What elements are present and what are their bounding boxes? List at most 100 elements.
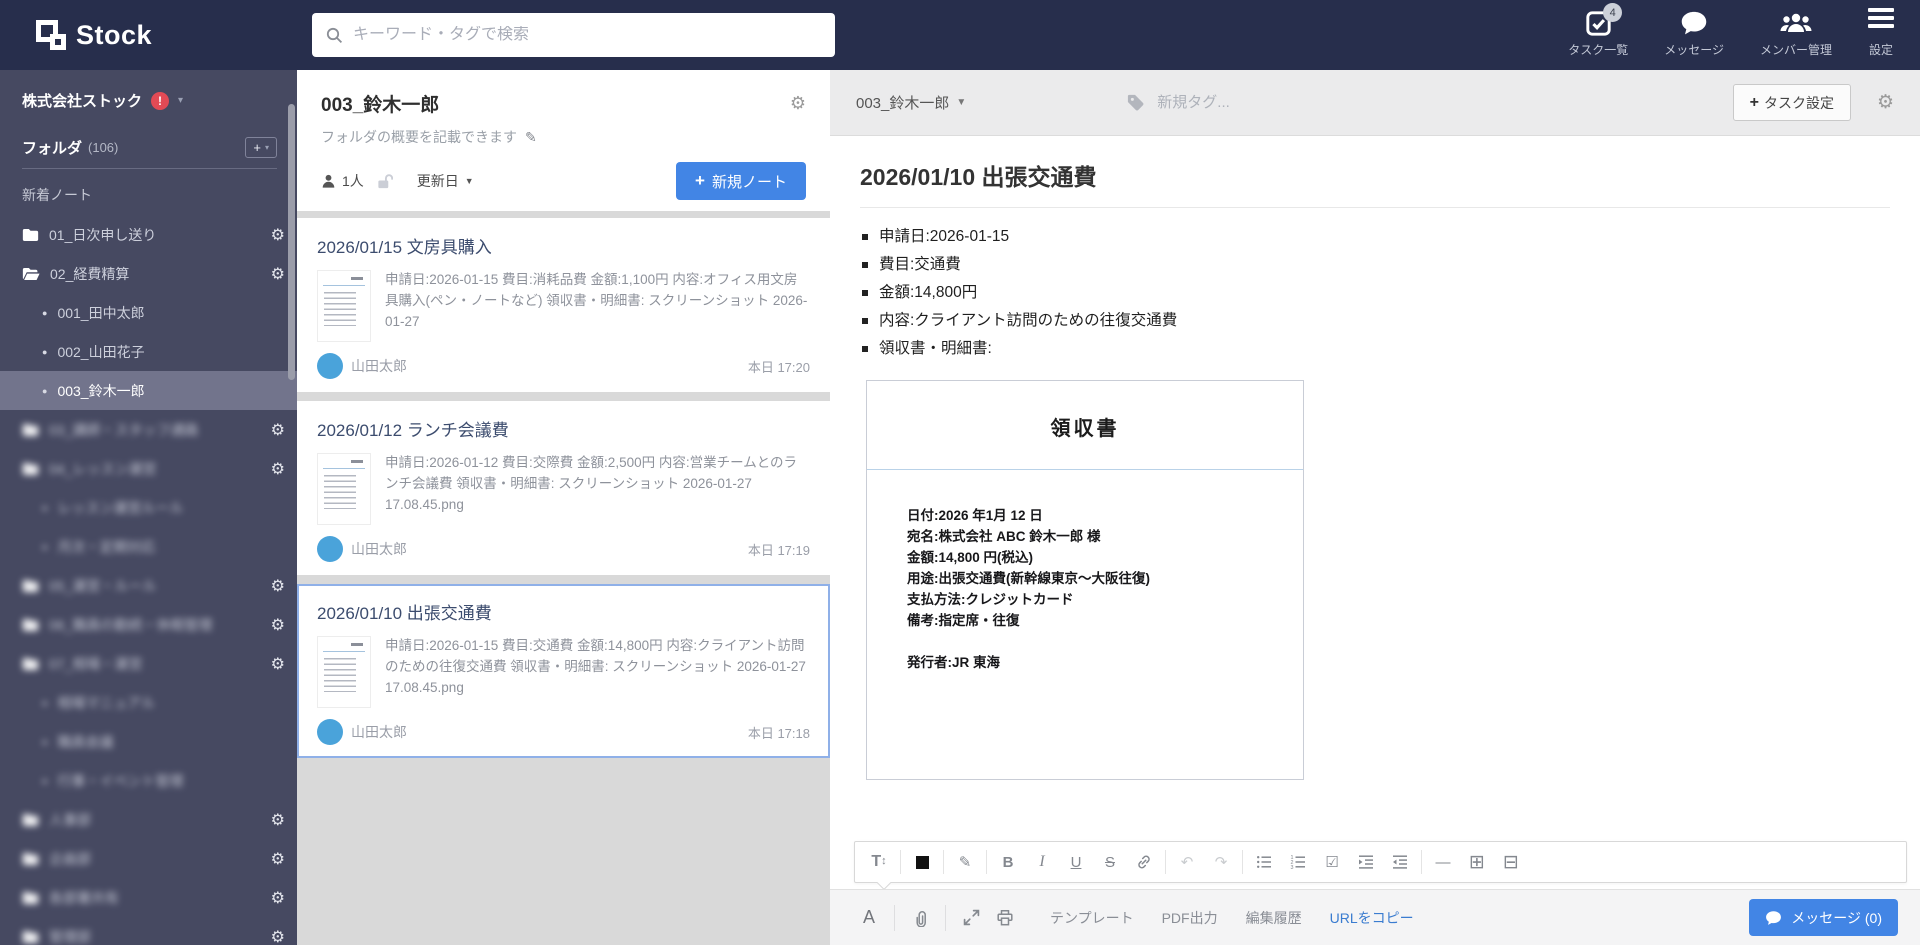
paperclip-icon[interactable] [903,901,937,935]
note-card[interactable]: 2026/01/15 文房具購入 申請日:2026-01-15 費目:消耗品費 … [297,218,830,392]
printer-icon[interactable] [988,901,1022,935]
avatar [317,353,343,379]
folder-settings-gear-icon[interactable]: ⚙ [271,927,285,945]
highlighter-icon[interactable]: ✎ [948,847,982,877]
nav-settings[interactable]: 設定 [1868,8,1894,58]
sidebar-scrollbar[interactable] [288,104,295,380]
redo-icon[interactable]: ↷ [1204,847,1238,877]
sidebar-folder-blurred[interactable]: 人事部 ⚙ [0,800,297,839]
new-note-button[interactable]: + 新規ノート [676,162,806,200]
new-tag-input[interactable] [1157,94,1328,111]
search-input[interactable] [353,26,821,44]
strikethrough-icon[interactable]: S [1093,847,1127,877]
receipt-line: 支払方法:クレジットカード [907,592,1074,607]
organization-switcher[interactable]: 株式会社ストック ! ▾ [0,70,297,111]
sidebar-folder-blurred[interactable]: 管理部 ⚙ [0,917,297,945]
note-timestamp: 本日 17:18 [747,725,810,741]
text-size-icon[interactable]: T ↕ [862,847,896,877]
note-card[interactable]: 2026/01/12 ランチ会議費 申請日:2026-01-12 費目:交際費 … [297,401,830,575]
bulleted-list-icon[interactable] [1247,847,1281,877]
folder-settings-gear-icon[interactable]: ⚙ [271,459,285,479]
divider [860,207,1890,208]
sidebar-folder-03[interactable]: 03_講師・スタッフ通路 ⚙ [0,410,297,449]
nav-members[interactable]: メンバー管理 [1760,8,1832,58]
sidebar-note-blurred[interactable]: ● 職員会議 [0,722,297,761]
nav-messages[interactable]: メッセージ [1664,8,1724,58]
sidebar-folder-02[interactable]: 02_経費精算 ⚙ [0,254,297,293]
tag-icon [1128,94,1144,111]
note-card-snippet: 申請日:2026-01-12 費目:交際費 金額:2,500円 内容:営業チーム… [385,455,798,512]
note-footer-bar: A テンプレート PDF出力 編集履歴 URLをコピー メッセージ (0) [830,889,1920,945]
sidebar-note-001[interactable]: ● 001_田中太郎 [0,293,297,332]
undo-icon[interactable]: ↶ [1170,847,1204,877]
global-search[interactable] [312,13,835,57]
expand-icon[interactable] [954,901,988,935]
receipt-attachment[interactable]: 領収書 日付:2026 年1月 12 日 宛名:株式会社 ABC 鈴木一郎 様 … [866,380,1304,780]
add-folder-button[interactable]: + ▾ [245,137,277,158]
folder-gear-icon[interactable]: ⚙ [790,93,806,114]
underline-icon[interactable]: U [1059,847,1093,877]
sidebar-folder-04[interactable]: 04_レッスン運営 ⚙ [0,449,297,488]
sidebar-note-002[interactable]: ● 002_山田花子 [0,332,297,371]
sidebar-folder-blurred[interactable]: 各部署共有 ⚙ [0,878,297,917]
folder-settings-gear-icon[interactable]: ⚙ [271,654,285,674]
app-logo[interactable]: Stock [36,20,152,51]
search-icon [326,27,343,43]
folder-settings-gear-icon[interactable]: ⚙ [271,849,285,869]
sidebar-folder-06[interactable]: 06_職員の勤続・休暇管理 ⚙ [0,605,297,644]
copy-url-button[interactable]: URLをコピー [1330,908,1414,928]
edit-history-button[interactable]: 編集履歴 [1246,908,1302,928]
sidebar-note-blurred[interactable]: ● 相場マニュアル [0,683,297,722]
sidebar-folder-01[interactable]: 01_日次申し送り ⚙ [0,215,297,254]
horizontal-rule-icon[interactable]: — [1426,847,1460,877]
bold-icon[interactable]: B [991,847,1025,877]
nav-task-list[interactable]: 4 タスク一覧 [1568,3,1628,58]
sidebar-note-blurred[interactable]: ● 行事・イベント管理 [0,761,297,800]
folder-settings-gear-icon[interactable]: ⚙ [271,576,285,596]
sort-selector[interactable]: 更新日 ▼ [417,171,474,191]
template-button[interactable]: テンプレート [1050,908,1134,928]
folder-icon [22,930,39,943]
note-card-selected[interactable]: 2026/01/10 出張交通費 申請日:2026-01-15 費目:交通費 金… [297,584,830,758]
person-icon [322,174,335,188]
font-style-icon[interactable]: A [852,901,886,935]
folder-settings-gear-icon[interactable]: ⚙ [271,264,285,284]
remove-block-icon[interactable]: ⊟ [1494,847,1528,877]
indent-icon[interactable] [1349,847,1383,877]
note-author: 山田太郎 [351,724,407,740]
task-settings-button[interactable]: + タスク設定 [1732,84,1851,121]
sidebar-item-new-notes[interactable]: 新着ノート [22,185,275,205]
messages-button[interactable]: メッセージ (0) [1749,899,1898,936]
pdf-export-button[interactable]: PDF出力 [1162,908,1218,928]
table-icon[interactable]: ⊞ [1460,847,1494,877]
note-editor-content[interactable]: 2026/01/10 出張交通費 申請日:2026-01-15 費目:交通費 金… [830,136,1920,842]
receipt-details: 日付:2026 年1月 12 日 宛名:株式会社 ABC 鈴木一郎 様 金額:1… [867,470,1303,673]
folder-settings-gear-icon[interactable]: ⚙ [271,615,285,635]
sidebar-note-blurred[interactable]: ● レッスン運営ルール [0,488,297,527]
sidebar-note-003-selected[interactable]: ● 003_鈴木一郎 [0,371,297,410]
sidebar-folder-07[interactable]: 07_相場・運営 ⚙ [0,644,297,683]
folder-settings-gear-icon[interactable]: ⚙ [271,888,285,908]
link-icon[interactable] [1127,847,1161,877]
bullet-line: 申請日:2026-01-15 [860,223,1890,251]
numbered-list-icon[interactable]: 123 [1281,847,1315,877]
folder-description[interactable]: フォルダの概要を記載できます ✎ [321,127,806,147]
italic-icon[interactable]: I [1025,847,1059,877]
checklist-icon[interactable]: ☑ [1315,847,1349,877]
outdent-icon[interactable] [1383,847,1417,877]
bullet-icon: ● [42,775,48,786]
note-settings-gear-icon[interactable]: ⚙ [1877,91,1894,114]
organization-name: 株式会社ストック [22,93,143,110]
sidebar-note-blurred[interactable]: ● 月次・定期対応 [0,527,297,566]
sidebar-folder-blurred[interactable]: 企画部 ⚙ [0,839,297,878]
folder-settings-gear-icon[interactable]: ⚙ [271,225,285,245]
sidebar-folder-05[interactable]: 05_運営・ルール ⚙ [0,566,297,605]
text-color-icon[interactable] [905,847,939,877]
member-count[interactable]: 1人 [342,171,364,191]
receipt-issuer: 発行者:JR 東海 [907,655,1001,670]
note-card-snippet: 申請日:2026-01-15 費目:交通費 金額:14,800円 内容:クライア… [385,638,806,695]
folder-settings-gear-icon[interactable]: ⚙ [271,810,285,830]
folder-breadcrumb[interactable]: 003_鈴木一郎 ▼ [856,92,966,113]
task-count-badge: 4 [1603,3,1623,22]
folder-settings-gear-icon[interactable]: ⚙ [271,420,285,440]
